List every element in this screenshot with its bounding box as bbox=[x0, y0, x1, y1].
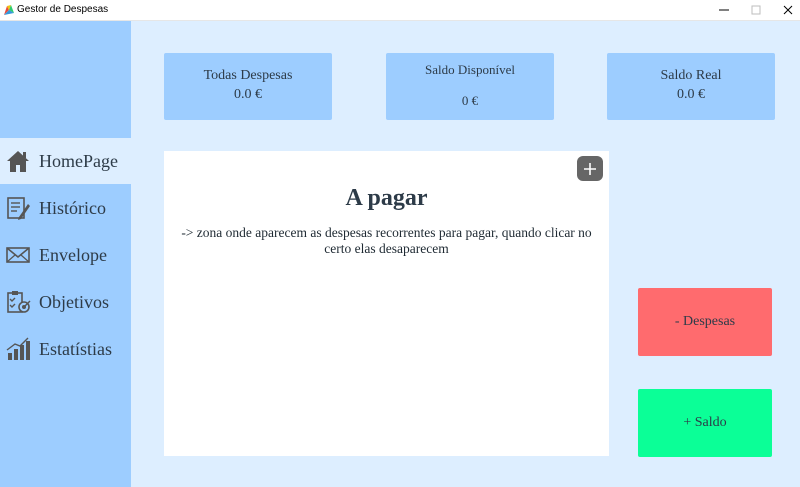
close-icon bbox=[783, 5, 793, 15]
card-todas-despesas: Todas Despesas 0.0 € bbox=[164, 53, 332, 120]
sidebar-item-label: HomePage bbox=[39, 150, 118, 171]
card-saldo-disponivel: Saldo Disponível 0 € bbox=[386, 53, 554, 120]
minimize-icon bbox=[719, 9, 729, 11]
envelope-icon bbox=[5, 242, 31, 268]
sidebar-item-label: Objetivos bbox=[39, 291, 109, 312]
home-icon bbox=[5, 148, 31, 174]
card-value: 0 € bbox=[461, 93, 479, 108]
card-value: 0.0 € bbox=[677, 87, 705, 102]
sidebar-item-label: Envelope bbox=[39, 244, 107, 265]
despesas-button[interactable]: - Despesas bbox=[638, 288, 772, 356]
checklist-target-icon bbox=[5, 289, 31, 315]
saldo-button[interactable]: + Saldo bbox=[638, 389, 772, 457]
sidebar-item-label: Estatístias bbox=[39, 338, 112, 359]
plus-icon bbox=[584, 162, 596, 175]
title-bar: Gestor de Despesas bbox=[0, 0, 800, 21]
sidebar-item-homepage[interactable]: HomePage bbox=[0, 138, 131, 184]
maximize-button[interactable] bbox=[740, 0, 772, 20]
sidebar: HomePage Histórico Envelope Objetivos Es… bbox=[0, 21, 131, 487]
sidebar-item-label: Histórico bbox=[39, 197, 106, 218]
sidebar-item-estatistias[interactable]: Estatístias bbox=[0, 326, 131, 372]
app-logo-icon bbox=[4, 5, 14, 15]
card-saldo-real: Saldo Real 0.0 € bbox=[607, 53, 775, 120]
bar-chart-icon bbox=[5, 336, 31, 362]
add-button[interactable] bbox=[577, 156, 603, 181]
card-value: 0.0 € bbox=[234, 87, 262, 102]
minimize-button[interactable] bbox=[708, 0, 740, 20]
sidebar-item-envelope[interactable]: Envelope bbox=[0, 232, 131, 278]
card-label: Saldo Disponível bbox=[425, 62, 515, 77]
panel-title: A pagar bbox=[345, 185, 428, 211]
sidebar-item-objetivos[interactable]: Objetivos bbox=[0, 279, 131, 325]
panel-description: -> zona onde aparecem as despesas recorr… bbox=[181, 225, 592, 256]
card-label: Todas Despesas bbox=[203, 68, 293, 83]
card-label: Saldo Real bbox=[660, 68, 722, 83]
close-button[interactable] bbox=[772, 0, 800, 20]
window-title: Gestor de Despesas bbox=[17, 4, 109, 15]
notepad-icon bbox=[5, 195, 31, 221]
maximize-icon bbox=[751, 5, 761, 15]
sidebar-item-historico[interactable]: Histórico bbox=[0, 185, 131, 231]
a-pagar-panel: A pagar -> zona onde aparecem as despesa… bbox=[164, 151, 609, 456]
